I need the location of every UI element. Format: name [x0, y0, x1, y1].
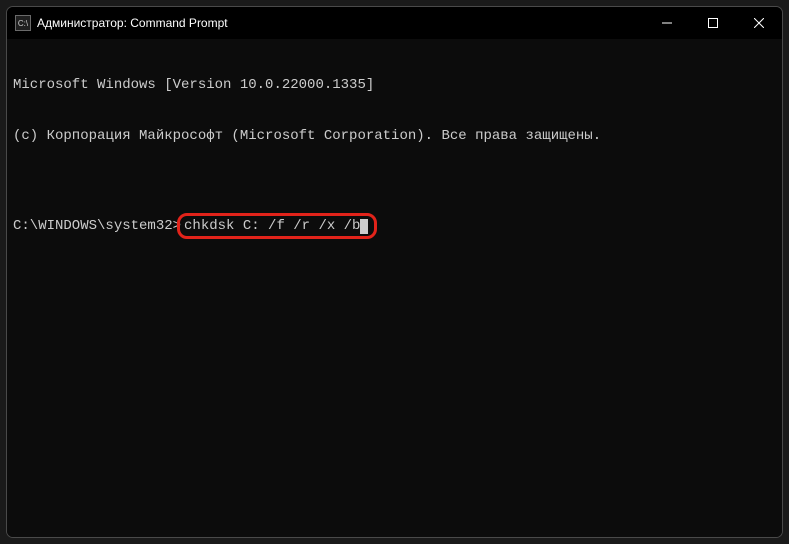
command-prompt-window: C:\ Администратор: Command Prompt [6, 6, 783, 538]
cmd-icon-glyph: C:\ [18, 19, 28, 28]
terminal-line-version: Microsoft Windows [Version 10.0.22000.13… [13, 77, 776, 94]
terminal-prompt-line: C:\WINDOWS\system32>chkdsk C: /f /r /x /… [13, 213, 776, 239]
maximize-button[interactable] [690, 7, 736, 39]
window-title: Администратор: Command Prompt [37, 16, 228, 30]
close-button[interactable] [736, 7, 782, 39]
terminal-command: chkdsk C: /f /r /x /b [184, 218, 360, 234]
terminal-prompt-path: C:\WINDOWS\system32> [13, 218, 181, 235]
maximize-icon [708, 18, 718, 28]
close-icon [754, 18, 764, 28]
terminal-cursor [360, 219, 368, 234]
terminal-line-copyright: (c) Корпорация Майкрософт (Microsoft Cor… [13, 128, 776, 145]
minimize-icon [662, 18, 672, 28]
terminal-output[interactable]: Microsoft Windows [Version 10.0.22000.13… [7, 39, 782, 537]
command-highlight: chkdsk C: /f /r /x /b [177, 213, 377, 239]
titlebar[interactable]: C:\ Администратор: Command Prompt [7, 7, 782, 39]
cmd-icon: C:\ [15, 15, 31, 31]
minimize-button[interactable] [644, 7, 690, 39]
window-controls [644, 7, 782, 39]
